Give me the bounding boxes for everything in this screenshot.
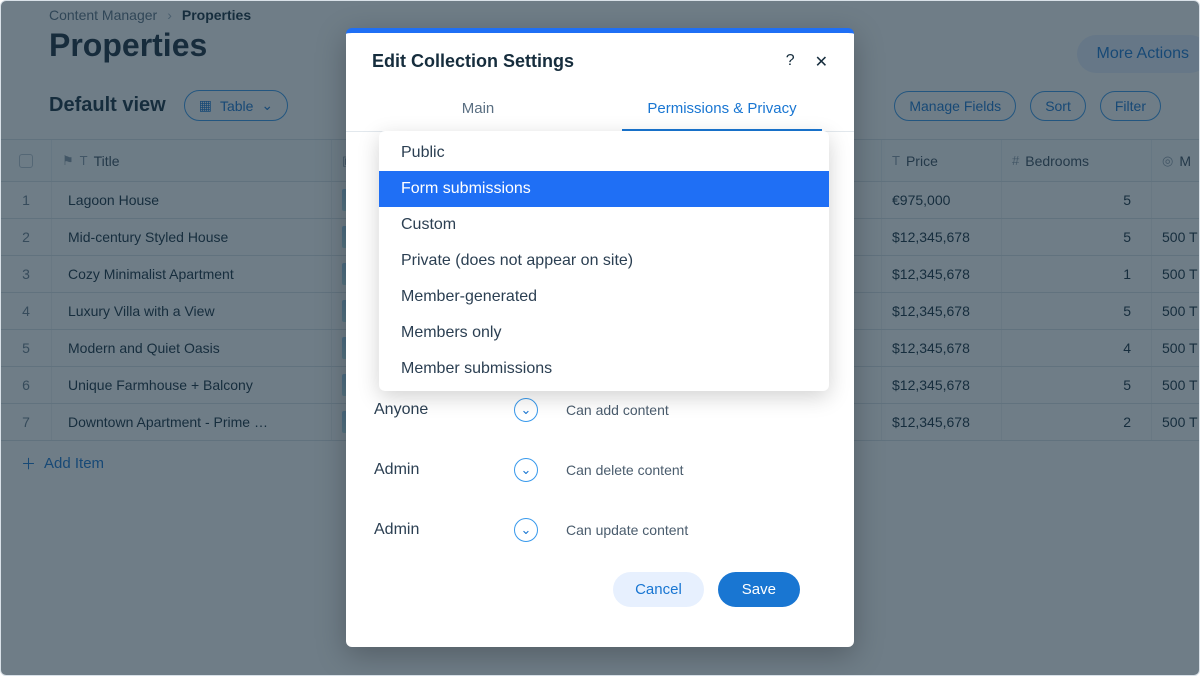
close-icon[interactable]: ✕ (815, 52, 828, 72)
save-button[interactable]: Save (718, 572, 800, 607)
modal-title: Edit Collection Settings (372, 51, 574, 72)
permission-row: Admin ⌄ Can delete content (374, 440, 826, 500)
permission-role: Admin (374, 521, 514, 539)
dropdown-option[interactable]: Member-generated (379, 279, 829, 315)
permission-role: Anyone (374, 401, 514, 419)
dropdown-option[interactable]: Custom (379, 207, 829, 243)
tab-main[interactable]: Main (356, 86, 600, 131)
chevron-down-icon: ⌄ (521, 402, 532, 418)
permission-role: Admin (374, 461, 514, 479)
tab-permissions[interactable]: Permissions & Privacy (600, 86, 844, 131)
cancel-button[interactable]: Cancel (613, 572, 704, 607)
dropdown-option[interactable]: Public (379, 135, 829, 171)
modal-overlay: Edit Collection Settings ? ✕ Main Permis… (1, 1, 1199, 675)
dropdown-option[interactable]: Member submissions (379, 351, 829, 387)
help-icon[interactable]: ? (786, 52, 795, 72)
chevron-down-icon: ⌄ (521, 522, 532, 538)
dropdown-option[interactable]: Form submissions (379, 171, 829, 207)
permission-row: Admin ⌄ Can update content (374, 500, 826, 560)
role-selector[interactable]: ⌄ (514, 398, 538, 422)
chevron-down-icon: ⌄ (521, 462, 532, 478)
dropdown-option[interactable]: Members only (379, 315, 829, 351)
role-selector[interactable]: ⌄ (514, 458, 538, 482)
permission-desc: Can update content (566, 522, 826, 538)
permission-desc: Can add content (566, 402, 826, 418)
dropdown-option[interactable]: Private (does not appear on site) (379, 243, 829, 279)
role-selector[interactable]: ⌄ (514, 518, 538, 542)
permission-desc: Can delete content (566, 462, 826, 478)
privacy-dropdown[interactable]: PublicForm submissionsCustomPrivate (doe… (379, 131, 829, 391)
